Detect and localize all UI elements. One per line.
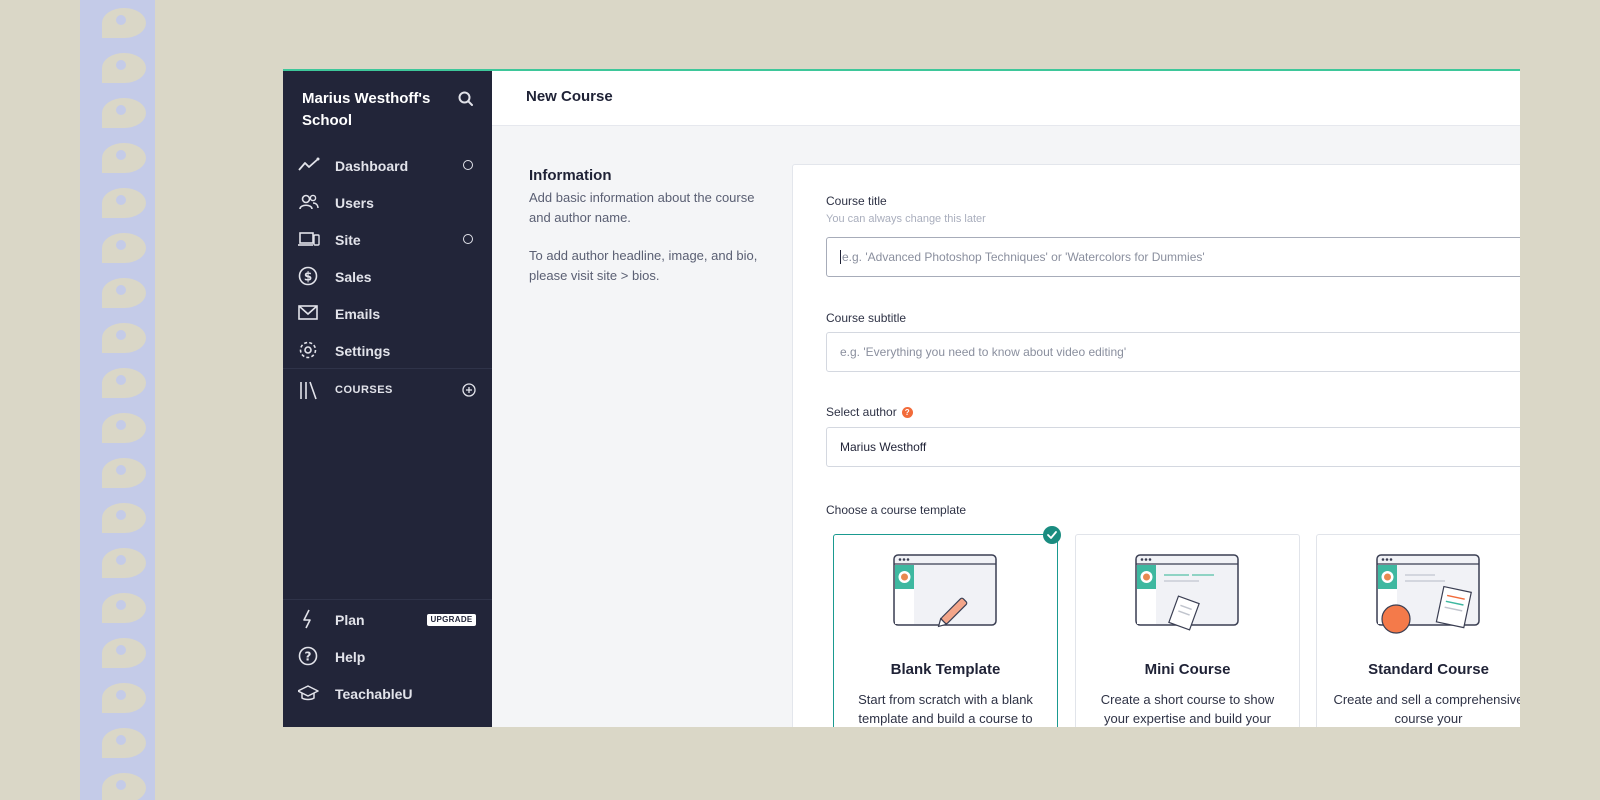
header: New Course — [492, 71, 1520, 126]
status-dot — [463, 234, 473, 244]
status-dot — [463, 160, 473, 170]
sidebar-item-dashboard[interactable]: Dashboard — [283, 147, 492, 184]
library-icon — [298, 380, 320, 400]
mini-course-illustration — [1134, 553, 1244, 638]
template-desc: Create and sell a comprehensive course y… — [1333, 692, 1520, 726]
courses-label: COURSES — [335, 384, 393, 396]
info-section: Information Add basic information about … — [529, 167, 774, 286]
help-circle-icon: ? — [298, 646, 320, 666]
add-course-icon[interactable] — [462, 383, 476, 397]
sidebar-item-plan[interactable]: Plan UPGRADE — [283, 601, 492, 638]
sidebar-item-users[interactable]: Users — [283, 184, 492, 221]
sidebar-item-label: Settings — [335, 342, 391, 359]
standard-course-illustration — [1375, 553, 1485, 638]
app-window: Marius Westhoff's School Dashboard Users… — [283, 69, 1520, 727]
sidebar-item-label: TeachableU — [335, 685, 413, 702]
template-label: Choose a course template — [826, 503, 967, 517]
upgrade-badge[interactable]: UPGRADE — [427, 614, 476, 626]
envelope-icon — [298, 303, 320, 323]
search-icon[interactable] — [457, 90, 475, 108]
lightning-icon — [298, 609, 320, 629]
school-name[interactable]: Marius Westhoff's School — [302, 88, 452, 132]
svg-text:$: $ — [304, 270, 312, 284]
author-value: Marius Westhoff — [840, 440, 927, 454]
users-icon — [298, 192, 320, 212]
svg-text:?: ? — [305, 650, 312, 664]
info-text: Add basic information about the course a… — [529, 190, 755, 225]
info-heading: Information — [529, 167, 612, 184]
gear-icon — [298, 340, 320, 360]
select-author-label-row: Select author? — [826, 405, 913, 419]
course-title-label: Course title — [826, 194, 887, 208]
sidebar: Marius Westhoff's School Dashboard Users… — [283, 71, 492, 727]
course-subtitle-input[interactable]: e.g. 'Everything you need to know about … — [826, 332, 1520, 372]
template-name: Blank Template — [890, 661, 1001, 678]
help-icon[interactable]: ? — [901, 407, 913, 418]
course-title-hint: You can always change this later — [826, 213, 986, 225]
sidebar-item-site[interactable]: Site — [283, 221, 492, 258]
sidebar-item-label: Dashboard — [335, 157, 409, 174]
info-text-bios: To add author headline, image, and bio, … — [529, 248, 758, 283]
template-desc: Start from scratch with a blank template… — [858, 692, 1033, 726]
page-title: New Course — [526, 88, 613, 105]
devices-icon — [298, 229, 320, 249]
course-title-input[interactable]: e.g. 'Advanced Photoshop Techniques' or … — [826, 237, 1520, 277]
graduation-cap-icon — [297, 683, 320, 703]
course-form-card: Course title You can always change this … — [792, 164, 1520, 727]
sidebar-item-label: Site — [335, 231, 361, 248]
course-subtitle-label: Course subtitle — [826, 311, 907, 325]
course-subtitle-placeholder: e.g. 'Everything you need to know about … — [840, 345, 1127, 359]
author-select[interactable]: Marius Westhoff — [826, 427, 1520, 467]
sidebar-item-help[interactable]: ? Help — [283, 638, 492, 675]
sidebar-item-label: Plan — [335, 611, 365, 628]
decorative-pattern — [80, 0, 155, 800]
sidebar-divider — [283, 599, 492, 600]
dollar-circle-icon: $ — [298, 266, 320, 286]
template-desc: Create a short course to show your exper… — [1100, 692, 1275, 726]
sidebar-item-emails[interactable]: Emails — [283, 295, 492, 332]
template-card-standard[interactable]: Standard Course Create and sell a compre… — [1316, 534, 1520, 727]
sidebar-divider — [283, 368, 492, 369]
sidebar-item-settings[interactable]: Settings — [283, 332, 492, 369]
sidebar-item-courses[interactable]: COURSES — [283, 375, 492, 405]
template-card-mini[interactable]: Mini Course Create a short course to sho… — [1075, 534, 1300, 727]
sidebar-item-label: Help — [335, 648, 366, 665]
template-name: Mini Course — [1144, 661, 1231, 678]
sidebar-item-teachableu[interactable]: TeachableU — [283, 675, 492, 712]
chart-line-icon — [298, 155, 320, 175]
blank-template-illustration — [892, 553, 1002, 638]
sidebar-item-label: Emails — [335, 305, 381, 322]
sidebar-item-sales[interactable]: $ Sales — [283, 258, 492, 295]
check-icon — [1043, 526, 1061, 544]
template-name: Standard Course — [1368, 661, 1489, 678]
sidebar-nav: Dashboard Users Site $ Sales Emails Sett… — [283, 147, 492, 369]
template-card-blank[interactable]: Blank Template Start from scratch with a… — [833, 526, 1061, 727]
select-author-label: Select author — [826, 405, 897, 419]
sidebar-item-label: Users — [335, 194, 374, 211]
sidebar-bottom-nav: Plan UPGRADE ? Help TeachableU — [283, 601, 492, 712]
course-title-placeholder: e.g. 'Advanced Photoshop Techniques' or … — [842, 250, 1205, 264]
sidebar-item-label: Sales — [335, 268, 372, 285]
